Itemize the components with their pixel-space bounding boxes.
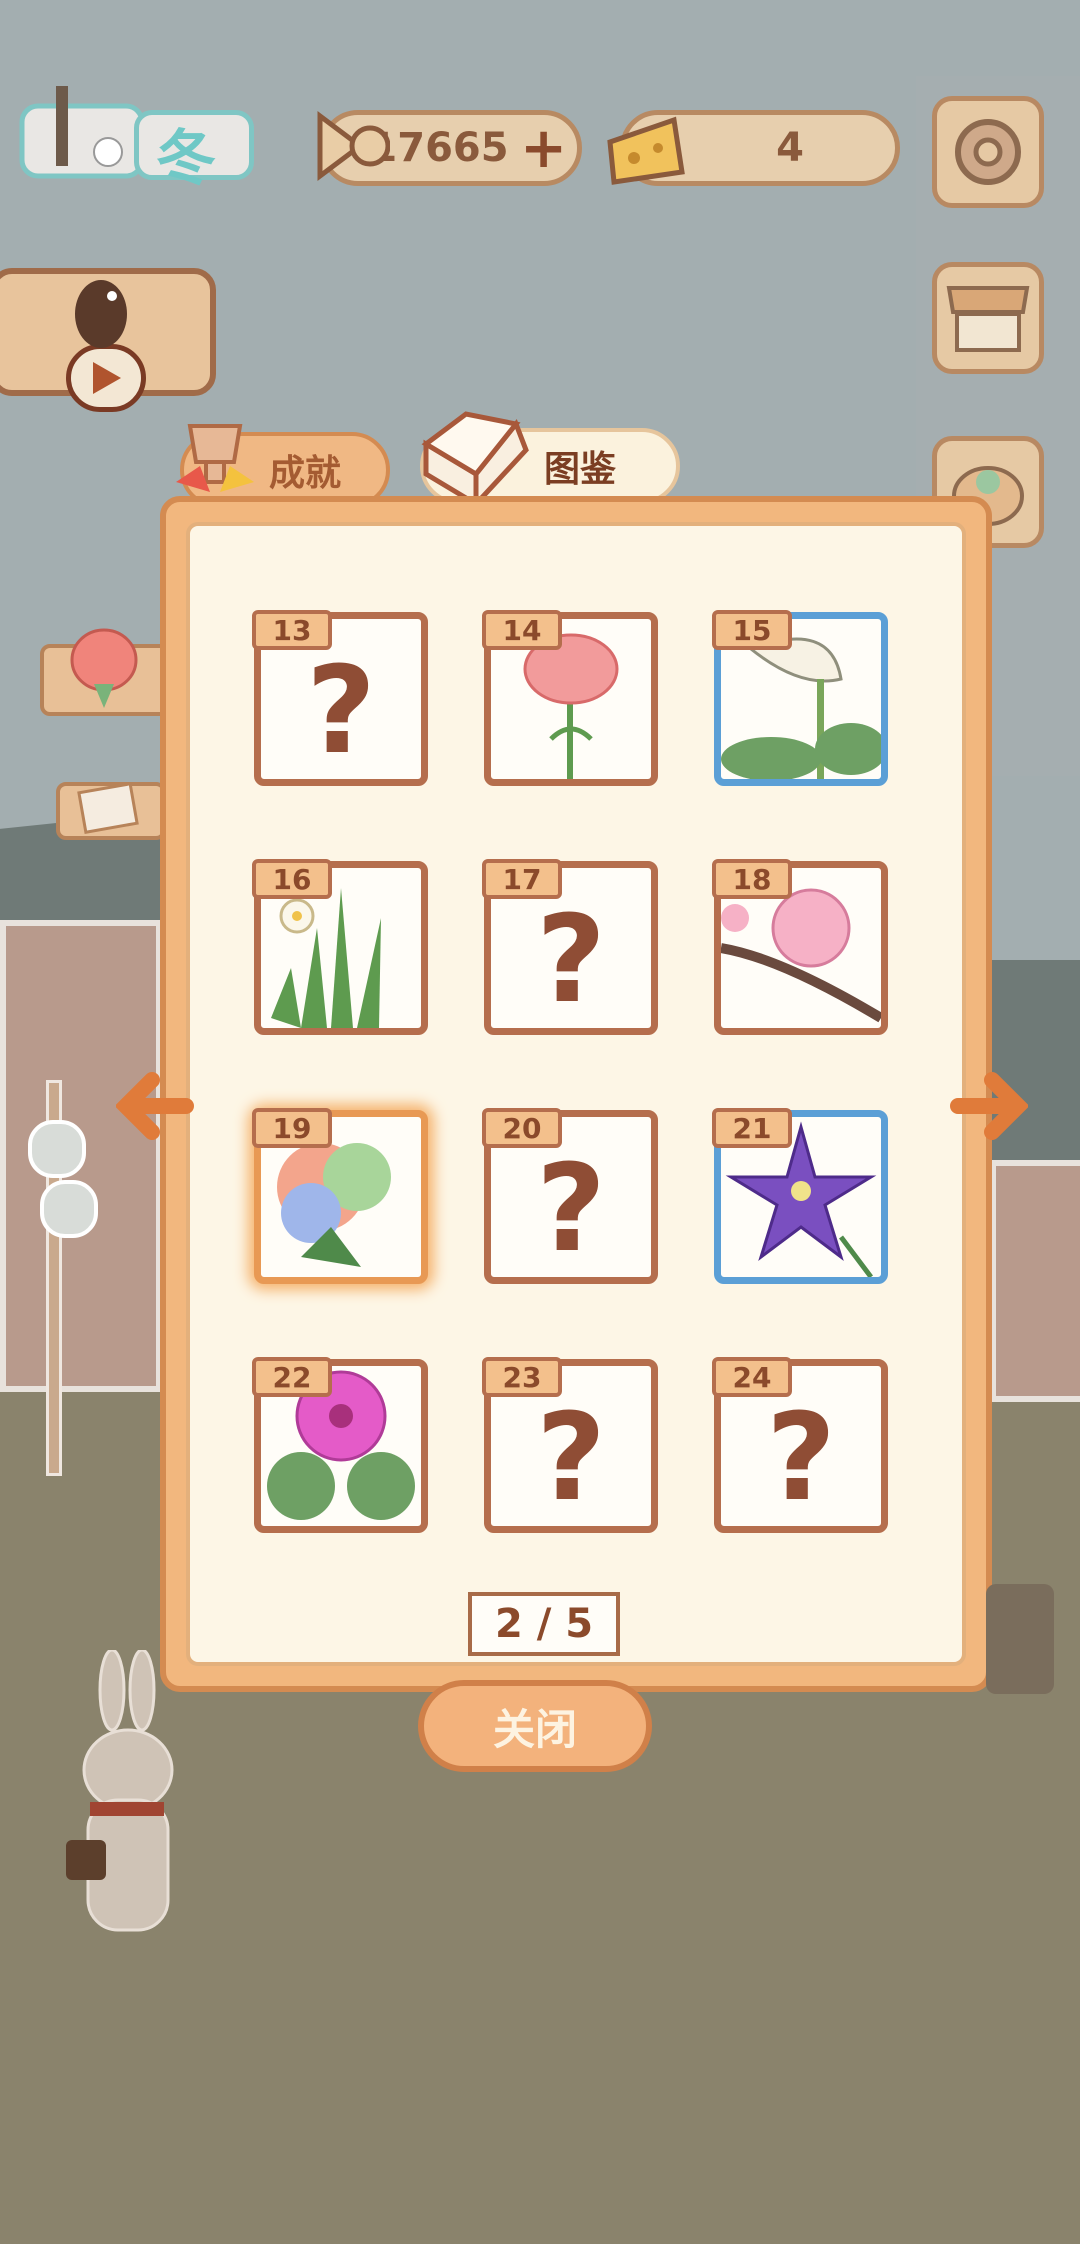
fishbone-icon [317, 111, 390, 181]
card-number: 19 [252, 1108, 332, 1148]
trophy-icon [176, 424, 254, 492]
unknown-question-mark: ? [306, 642, 376, 781]
settings-button[interactable] [932, 96, 1044, 208]
cheese-icon [607, 116, 685, 185]
card-number: 13 [252, 610, 332, 650]
video-reward-button[interactable] [0, 268, 216, 412]
rabbit-character[interactable] [60, 1650, 200, 1960]
penguin-icon [75, 280, 127, 348]
right-edge-item[interactable] [986, 1584, 1054, 1694]
card-number: 21 [712, 1108, 792, 1148]
card-number: 24 [712, 1357, 792, 1397]
unknown-question-mark: ? [766, 1389, 836, 1528]
card-number: 15 [712, 610, 792, 650]
shop-icon [946, 286, 1030, 352]
season-badge[interactable]: 冬 [16, 66, 254, 194]
cheese-count: 4 [776, 125, 804, 171]
add-fish-button[interactable]: + [520, 121, 567, 177]
season-label: 冬 [156, 124, 216, 194]
unknown-question-mark: ? [536, 1389, 606, 1528]
play-icon [66, 344, 146, 412]
card-number: 14 [482, 610, 562, 650]
photo-icon [77, 782, 139, 834]
card-number: 20 [482, 1108, 562, 1148]
unknown-question-mark: ? [536, 1140, 606, 1279]
tab-achievements-label: 成就 [268, 453, 341, 494]
prev-page-arrow-icon[interactable] [116, 1066, 196, 1146]
lamp-top [28, 1120, 86, 1178]
card-number: 22 [252, 1357, 332, 1397]
lamp-top-2 [40, 1180, 98, 1238]
card-number: 16 [252, 859, 332, 899]
gear-icon [955, 119, 1021, 185]
photo-category-tab[interactable] [56, 782, 166, 840]
shop-button[interactable] [932, 262, 1044, 374]
house-right [990, 1160, 1080, 1402]
next-page-arrow-icon[interactable] [948, 1066, 1028, 1146]
fish-count: 17665 [369, 125, 509, 171]
unknown-question-mark: ? [536, 891, 606, 1030]
flower-icon [70, 628, 138, 708]
page-indicator: 2 / 5 [468, 1592, 620, 1656]
tab-collection-label: 图鉴 [543, 449, 616, 490]
card-number: 23 [482, 1357, 562, 1397]
card-number: 17 [482, 859, 562, 899]
card-number: 18 [712, 859, 792, 899]
close-button[interactable]: 关闭 [418, 1680, 652, 1772]
close-button-label: 关闭 [492, 1704, 577, 1754]
